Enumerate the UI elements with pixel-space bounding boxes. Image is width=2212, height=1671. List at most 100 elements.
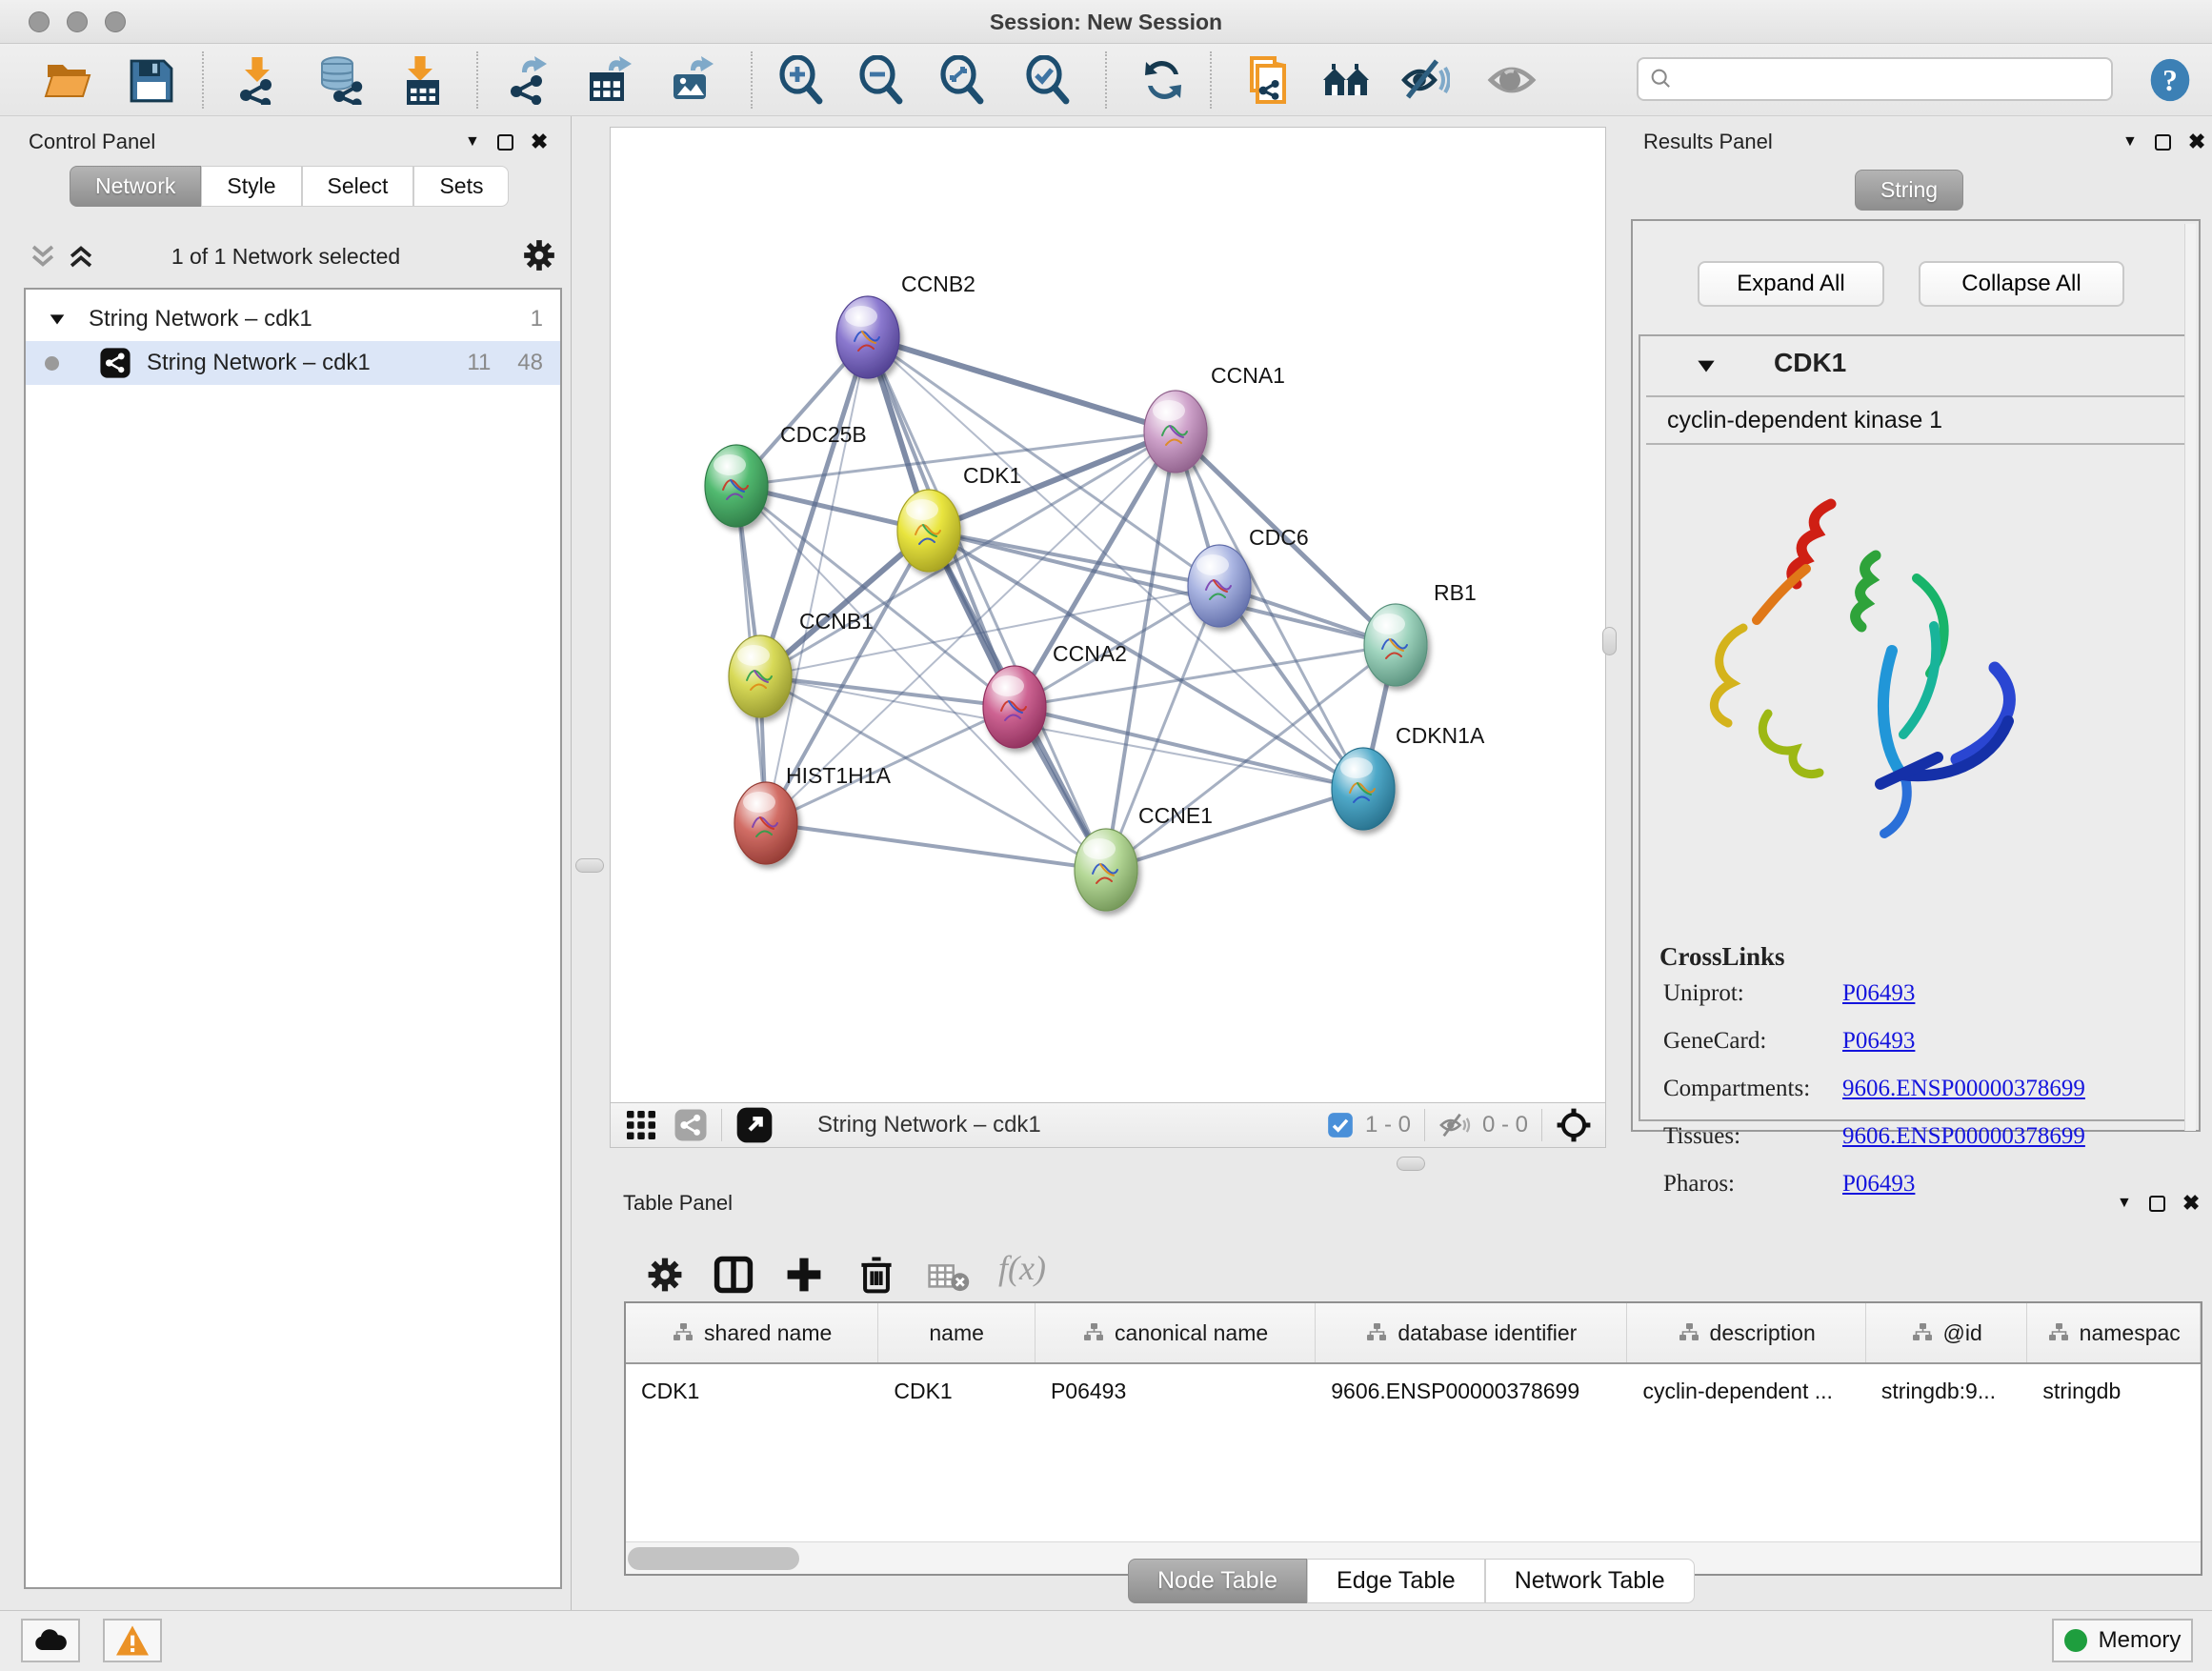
network-node-hist1h1a[interactable]: HIST1H1A — [734, 763, 892, 864]
results-panel-close-icon[interactable]: ✖ — [2188, 130, 2205, 154]
tab-style[interactable]: Style — [201, 166, 301, 207]
results-panel-float-icon[interactable]: ▼ — [2122, 133, 2138, 151]
network-edge[interactable] — [760, 676, 1015, 707]
hide-unhide-icon[interactable] — [1400, 55, 1450, 105]
network-node-ccna1[interactable]: CCNA1 — [1144, 363, 1285, 473]
grid-view-icon[interactable] — [624, 1108, 658, 1142]
network-canvas[interactable]: CCNB2 CCNA1 CDC25B — [610, 127, 1606, 1103]
search-field[interactable] — [1637, 57, 2113, 101]
network-node-rb1[interactable]: RB1 — [1364, 580, 1477, 686]
table-cell[interactable]: CDK1 — [626, 1364, 878, 1418]
detach-view-icon[interactable] — [735, 1106, 774, 1144]
network-edge[interactable] — [1106, 789, 1363, 870]
crosslink-link[interactable]: P06493 — [1842, 980, 1915, 1007]
expand-all-button[interactable]: Expand All — [1698, 261, 1884, 307]
memory-button[interactable]: Memory — [2052, 1619, 2193, 1662]
column-header-name[interactable]: name — [878, 1303, 1036, 1362]
zoom-out-icon[interactable] — [857, 55, 907, 105]
table-row[interactable]: CDK1CDK1P064939606.ENSP00000378699cyclin… — [626, 1364, 2201, 1418]
control-panel-close-icon[interactable]: ✖ — [531, 130, 548, 154]
table-cell[interactable]: CDK1 — [878, 1364, 1036, 1418]
column-header-canonicalname[interactable]: canonical name — [1036, 1303, 1316, 1362]
zoom-selected-icon[interactable] — [1024, 55, 1074, 105]
help-icon[interactable]: ? — [2147, 57, 2193, 103]
network-edge[interactable] — [868, 337, 1176, 432]
open-session-icon[interactable] — [44, 55, 93, 105]
crosslink-link[interactable]: 9606.ENSP00000378699 — [1842, 1076, 2085, 1102]
network-view-title: String Network – cdk1 — [817, 1112, 1041, 1138]
results-scrollbar[interactable] — [2184, 224, 2196, 1131]
column-type-network-icon — [1082, 1321, 1105, 1344]
table-cell[interactable]: P06493 — [1036, 1364, 1316, 1418]
column-header-namespac[interactable]: namespac — [2027, 1303, 2201, 1362]
tab-node-table[interactable]: Node Table — [1128, 1559, 1307, 1603]
save-session-icon[interactable] — [126, 55, 175, 105]
table-panel-close-icon[interactable]: ✖ — [2182, 1191, 2200, 1216]
protein-expander-icon[interactable] — [1694, 353, 1719, 378]
network-view-mode-icon[interactable] — [674, 1108, 708, 1142]
table-splitter-handle[interactable] — [1397, 1157, 1425, 1171]
collection-expander-icon[interactable] — [47, 309, 68, 330]
clone-network-icon[interactable] — [1241, 55, 1291, 105]
tab-select[interactable]: Select — [302, 166, 414, 207]
hidden-eye-slash-icon[interactable] — [1438, 1109, 1471, 1141]
delete-column-trash-icon[interactable] — [855, 1254, 897, 1296]
results-tab-string[interactable]: String — [1855, 170, 1963, 211]
import-network-from-database-icon[interactable] — [316, 55, 366, 105]
refresh-icon[interactable] — [1138, 55, 1188, 105]
crosslink-link[interactable]: 9606.ENSP00000378699 — [1842, 1123, 2085, 1150]
table-cell[interactable]: stringdb:9... — [1866, 1364, 2028, 1418]
toolbar-separator — [1210, 51, 1212, 109]
tab-network[interactable]: Network — [70, 166, 201, 207]
column-type-network-icon — [672, 1321, 694, 1344]
control-panel-maximize-icon[interactable] — [497, 134, 513, 151]
network-node-ccnb1[interactable]: CCNB1 — [729, 609, 874, 717]
tab-edge-table[interactable]: Edge Table — [1307, 1559, 1485, 1603]
create-column-plus-icon[interactable] — [783, 1254, 825, 1296]
network-graph[interactable]: CCNB2 CCNA1 CDC25B — [611, 128, 1605, 1102]
show-columns-icon[interactable] — [713, 1254, 754, 1296]
network-collection-row[interactable]: String Network – cdk1 1 — [26, 297, 560, 341]
table-cell[interactable]: cyclin-dependent ... — [1627, 1364, 1865, 1418]
column-header-databaseidentifier[interactable]: database identifier — [1316, 1303, 1627, 1362]
tab-sets[interactable]: Sets — [413, 166, 509, 207]
network-row-selected[interactable]: String Network – cdk1 11 48 — [26, 341, 560, 385]
import-table-icon[interactable] — [395, 55, 445, 105]
home-icon[interactable] — [1321, 55, 1371, 105]
tab-network-table[interactable]: Network Table — [1485, 1559, 1695, 1603]
network-edge[interactable] — [868, 337, 1106, 870]
zoom-in-icon[interactable] — [777, 55, 827, 105]
left-splitter-handle[interactable] — [575, 858, 604, 873]
warnings-button[interactable] — [103, 1619, 162, 1662]
hscroll-thumb[interactable] — [628, 1547, 799, 1570]
network-node-cdkn1a[interactable]: CDKN1A — [1332, 723, 1485, 830]
table-options-gear-icon[interactable] — [644, 1254, 686, 1296]
import-network-icon[interactable] — [232, 55, 282, 105]
network-edge[interactable] — [766, 823, 1106, 870]
selected-checkbox-icon[interactable] — [1327, 1112, 1354, 1138]
collapse-all-button[interactable]: Collapse All — [1919, 261, 2124, 307]
column-header-id[interactable]: @id — [1866, 1303, 2028, 1362]
network-edge[interactable] — [1015, 707, 1363, 789]
collection-label: String Network – cdk1 — [89, 306, 312, 332]
column-header-label: @id — [1943, 1320, 1982, 1346]
cloud-button[interactable] — [21, 1619, 80, 1662]
control-panel-float-icon[interactable]: ▼ — [465, 133, 480, 151]
network-edge[interactable] — [766, 337, 868, 823]
search-input[interactable] — [1675, 67, 2084, 91]
network-options-gear-icon[interactable] — [520, 236, 558, 274]
results-panel-maximize-icon[interactable] — [2155, 134, 2171, 151]
table-panel-float-icon[interactable]: ▼ — [2117, 1195, 2132, 1212]
zoom-fit-icon[interactable] — [938, 55, 988, 105]
export-image-icon[interactable] — [668, 55, 717, 105]
column-header-sharedname[interactable]: shared name — [626, 1303, 878, 1362]
column-header-description[interactable]: description — [1627, 1303, 1865, 1362]
birdseye-crosshair-icon[interactable] — [1556, 1107, 1592, 1143]
right-splitter-handle[interactable] — [1602, 627, 1617, 655]
export-table-icon[interactable] — [586, 55, 635, 105]
crosslink-link[interactable]: P06493 — [1842, 1028, 1915, 1055]
export-network-icon[interactable] — [503, 55, 553, 105]
table-cell[interactable]: stringdb — [2027, 1364, 2201, 1418]
table-panel-maximize-icon[interactable] — [2149, 1196, 2165, 1212]
table-cell[interactable]: 9606.ENSP00000378699 — [1316, 1364, 1627, 1418]
